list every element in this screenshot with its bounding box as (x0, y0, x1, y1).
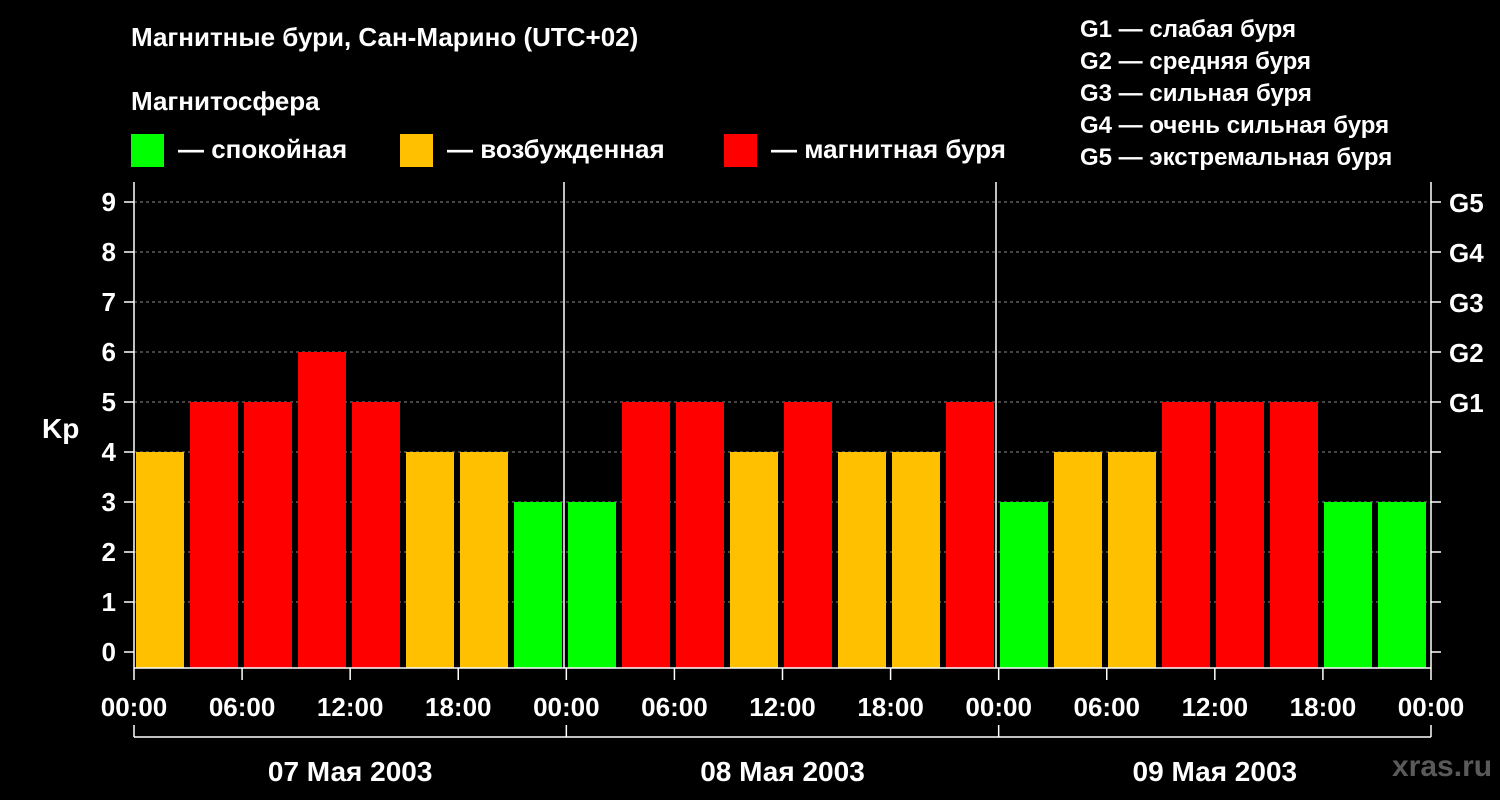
y-tick-label: 5 (102, 387, 116, 417)
day-label: 07 Мая 2003 (268, 756, 433, 787)
kp-bar (298, 352, 346, 668)
x-tick-label: 18:00 (1290, 692, 1357, 722)
x-tick-label: 06:00 (641, 692, 708, 722)
g-scale-label: G5 (1449, 188, 1484, 218)
day-label: 09 Мая 2003 (1133, 756, 1298, 787)
kp-bar (730, 452, 778, 668)
kp-bar-chart: 0 1 2 3 4 5 6 7 8 9 G1 G2 G3 G4 G5 Kp 00:00 06:00 12:00 18:… (42, 182, 1484, 787)
g-scale-label: G3 (1449, 288, 1484, 318)
kp-bar (568, 502, 616, 668)
kp-bar (946, 402, 994, 668)
kp-bar (838, 452, 886, 668)
x-tick-label: 06:00 (209, 692, 276, 722)
x-tick-label: 18:00 (425, 692, 492, 722)
x-tick-label: 12:00 (317, 692, 384, 722)
kp-bar (352, 402, 400, 668)
x-tick-label: 06:00 (1074, 692, 1141, 722)
y-tick-label: 8 (102, 237, 116, 267)
y-tick-label: 1 (102, 587, 116, 617)
g-scale-label: G1 (1449, 388, 1484, 418)
kp-bar (1216, 402, 1264, 668)
x-tick-label: 00:00 (533, 692, 600, 722)
x-tick-label: 00:00 (965, 692, 1032, 722)
day-label: 08 Мая 2003 (700, 756, 865, 787)
x-tick-label: 00:00 (101, 692, 168, 722)
kp-bar (406, 452, 454, 668)
kp-bar (1324, 502, 1372, 668)
y-tick-label: 9 (102, 187, 116, 217)
kp-bar (1270, 402, 1318, 668)
kp-bar (1108, 452, 1156, 668)
kp-bar (514, 502, 562, 668)
kp-bar (1054, 452, 1102, 668)
g-scale-label: G2 (1449, 338, 1484, 368)
x-tick-label: 12:00 (749, 692, 816, 722)
y-tick-label: 2 (102, 537, 116, 567)
y-axis-label: Kp (42, 413, 79, 444)
x-tick-label: 18:00 (857, 692, 924, 722)
y-tick-label: 4 (102, 437, 117, 467)
kp-bar (190, 402, 238, 668)
y-tick-label: 3 (102, 487, 116, 517)
kp-bar (1162, 402, 1210, 668)
watermark: xras.ru (1392, 750, 1493, 783)
kp-bar (1000, 502, 1048, 668)
kp-bar (892, 452, 940, 668)
kp-bar (784, 402, 832, 668)
kp-bar (460, 452, 508, 668)
x-tick-label: 00:00 (1398, 692, 1465, 722)
kp-bar (1378, 502, 1426, 668)
x-tick-label: 12:00 (1182, 692, 1249, 722)
kp-bar (136, 452, 184, 668)
kp-bar (622, 402, 670, 668)
y-tick-label: 0 (102, 637, 116, 667)
y-tick-label: 6 (102, 337, 116, 367)
g-scale-label: G4 (1449, 238, 1484, 268)
kp-bar (244, 402, 292, 668)
y-tick-label: 7 (102, 287, 116, 317)
kp-bar (676, 402, 724, 668)
